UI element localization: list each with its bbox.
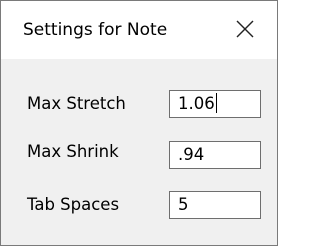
max-shrink-input[interactable]: .94 (169, 141, 261, 169)
close-button[interactable] (225, 11, 265, 47)
max-stretch-input[interactable]: 1.06 (169, 90, 261, 118)
tab-spaces-value: 5 (178, 195, 189, 214)
text-caret (215, 93, 217, 113)
max-shrink-value: .94 (178, 145, 205, 164)
max-shrink-label: Max Shrink (27, 142, 119, 161)
tab-spaces-label: Tab Spaces (27, 195, 120, 214)
close-icon (236, 20, 254, 38)
dialog-titlebar: Settings for Note (1, 1, 277, 59)
dialog-title: Settings for Note (23, 20, 168, 40)
settings-dialog: Settings for Note Max Stretch 1.06 Max S… (0, 0, 278, 246)
max-stretch-value: 1.06 (178, 94, 215, 113)
tab-spaces-input[interactable]: 5 (169, 191, 261, 219)
max-stretch-label: Max Stretch (27, 94, 126, 113)
